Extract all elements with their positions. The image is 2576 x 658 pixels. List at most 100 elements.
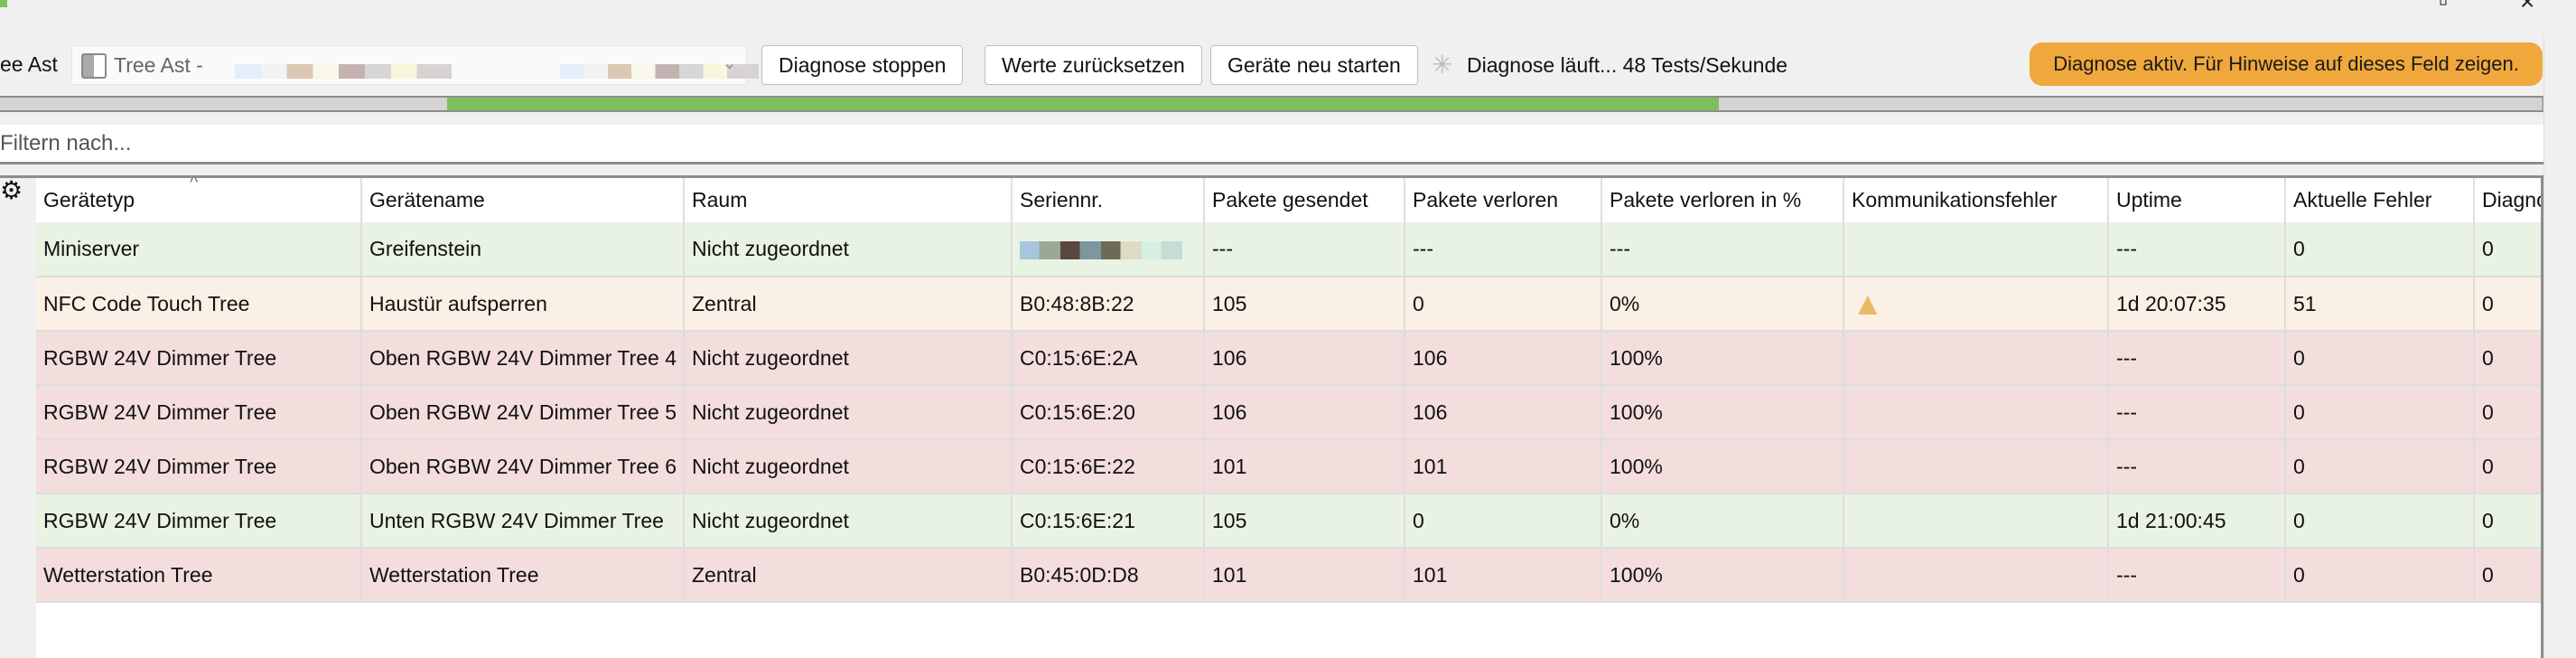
table-row[interactable]: Miniserver Greifenstein Nicht zugeordnet --… bbox=[36, 222, 2541, 277]
device-table: ⚙ Gerätetyp ^ Gerätename Raum Seriennr. Paket… bbox=[0, 175, 2543, 658]
diagnosis-active-badge[interactable]: Diagnose aktiv. Für Hinweise auf dieses … bbox=[2030, 42, 2543, 86]
app-icon bbox=[0, 0, 7, 7]
column-header-label: Gerätename bbox=[369, 188, 485, 212]
table-cell: 101 bbox=[1405, 439, 1602, 494]
column-header-label: Raum bbox=[692, 188, 748, 212]
tree-branch-select[interactable]: Tree Ast - ⌄ bbox=[71, 45, 759, 85]
reset-values-button[interactable]: Werte zurücksetzen bbox=[985, 45, 1202, 85]
column-header-label: Aktuelle Fehler bbox=[2293, 188, 2432, 212]
table-cell: Miniserver bbox=[36, 222, 362, 277]
column-header[interactable]: Aktuelle Fehler bbox=[2285, 178, 2475, 222]
table-cell: 101 bbox=[1204, 548, 1405, 603]
column-header[interactable]: Pakete verloren in % bbox=[1601, 178, 1844, 222]
column-header[interactable]: Pakete gesendet bbox=[1204, 178, 1405, 222]
close-icon[interactable]: × bbox=[2520, 0, 2534, 16]
table-cell bbox=[1012, 222, 1205, 277]
table-cell: 100% bbox=[1601, 385, 1844, 440]
redacted-text bbox=[235, 64, 452, 79]
table-cell: ▲ bbox=[1843, 277, 2109, 332]
column-header-label: Diagnosefehler bbox=[2482, 188, 2541, 212]
table-cell: 101 bbox=[1204, 439, 1405, 494]
table-cell: C0:15:6E:21 bbox=[1012, 494, 1205, 549]
table-cell: --- bbox=[1405, 222, 1602, 277]
table-cell: 0% bbox=[1601, 494, 1844, 549]
column-header[interactable]: Pakete verloren bbox=[1405, 178, 1602, 222]
table-cell: B0:45:0D:D8 bbox=[1012, 548, 1205, 603]
table-row[interactable]: RGBW 24V Dimmer Tree Oben RGBW 24V Dimmer… bbox=[36, 439, 2541, 494]
table-cell: 106 bbox=[1405, 331, 1602, 386]
column-header[interactable]: Seriennr. bbox=[1012, 178, 1205, 222]
table-row[interactable]: RGBW 24V Dimmer Tree Oben RGBW 24V Dimmer… bbox=[36, 385, 2541, 440]
table-cell bbox=[1843, 385, 2109, 440]
table-cell: Nicht zugeordnet bbox=[684, 494, 1013, 549]
table-cell: 100% bbox=[1601, 548, 1844, 603]
table-cell: 0 bbox=[2285, 222, 2475, 277]
column-header[interactable]: Kommunikationsfehler bbox=[1843, 178, 2109, 222]
table-cell: --- bbox=[2108, 548, 2286, 603]
diagnosis-progress-bar bbox=[0, 96, 2543, 112]
diagnosis-status: Diagnose läuft... 48 Tests/Sekunde bbox=[1467, 53, 1787, 78]
table-cell: 100% bbox=[1601, 331, 1844, 386]
column-header[interactable]: Diagnosefehler bbox=[2474, 178, 2541, 222]
table-cell bbox=[1843, 331, 2109, 386]
toolbar: ee Ast Tree Ast - ⌄ Diagnose stoppen Wer… bbox=[0, 42, 2576, 87]
row-header-column: ⚙ bbox=[0, 178, 36, 658]
table-cell: NFC Code Touch Tree bbox=[36, 277, 362, 332]
table-cell: Nicht zugeordnet bbox=[684, 385, 1013, 440]
column-header[interactable]: Raum bbox=[684, 178, 1013, 222]
table-cell: 0 bbox=[2285, 439, 2475, 494]
table-cell: 51 bbox=[2285, 277, 2475, 332]
table-cell: Oben RGBW 24V Dimmer Tree 4 bbox=[361, 331, 685, 386]
table-cell: --- bbox=[2108, 222, 2286, 277]
table-cell: Oben RGBW 24V Dimmer Tree 6 bbox=[361, 439, 685, 494]
column-header[interactable]: Gerätename bbox=[361, 178, 685, 222]
table-cell: Nicht zugeordnet bbox=[684, 331, 1013, 386]
table-row[interactable]: RGBW 24V Dimmer Tree Oben RGBW 24V Dimmer… bbox=[36, 331, 2541, 386]
table-cell: 0 bbox=[2474, 385, 2541, 440]
table-cell: Oben RGBW 24V Dimmer Tree 5 bbox=[361, 385, 685, 440]
table-cell: 0 bbox=[2285, 548, 2475, 603]
table-cell: 0 bbox=[2474, 439, 2541, 494]
table-cell: Nicht zugeordnet bbox=[684, 439, 1013, 494]
progress-fill bbox=[447, 98, 1719, 110]
title-bar: ▫ × bbox=[0, 0, 2576, 36]
chevron-down-icon[interactable]: ⌄ bbox=[722, 52, 737, 74]
table-row[interactable]: RGBW 24V Dimmer Tree Unten RGBW 24V Dimme… bbox=[36, 494, 2541, 549]
sort-ascending-icon: ^ bbox=[190, 178, 199, 193]
gear-icon[interactable]: ⚙ bbox=[0, 178, 23, 203]
table-cell: --- bbox=[1204, 222, 1405, 277]
table-cell: Nicht zugeordnet bbox=[684, 222, 1013, 277]
table-cell: 100% bbox=[1601, 439, 1844, 494]
tree-branch-value: Tree Ast - bbox=[114, 53, 203, 77]
table-cell: 0 bbox=[2474, 331, 2541, 386]
table-cell bbox=[1843, 548, 2109, 603]
redacted-serial bbox=[1020, 240, 1182, 259]
table-cell: Wetterstation Tree bbox=[36, 548, 362, 603]
column-header-label: Pakete verloren bbox=[1413, 188, 1559, 212]
table-cell: Unten RGBW 24V Dimmer Tree bbox=[361, 494, 685, 549]
minimize-icon[interactable]: ▫ bbox=[2439, 0, 2448, 16]
table-cell: --- bbox=[2108, 385, 2286, 440]
table-cell: C0:15:6E:20 bbox=[1012, 385, 1205, 440]
column-header-label: Uptime bbox=[2116, 188, 2182, 212]
vertical-scrollbar[interactable] bbox=[2543, 36, 2576, 658]
status-text: Diagnose läuft... bbox=[1467, 53, 1618, 77]
restart-devices-button[interactable]: Geräte neu starten bbox=[1210, 45, 1418, 85]
stop-diagnosis-button[interactable]: Diagnose stoppen bbox=[761, 45, 964, 85]
table-cell: RGBW 24V Dimmer Tree bbox=[36, 439, 362, 494]
table-row[interactable]: NFC Code Touch Tree Haustür aufsperren Zen… bbox=[36, 277, 2541, 332]
column-header[interactable]: Uptime bbox=[2108, 178, 2286, 222]
table-cell: 106 bbox=[1204, 331, 1405, 386]
column-header[interactable]: Gerätetyp ^ bbox=[36, 178, 362, 222]
filter-input[interactable] bbox=[0, 125, 2543, 164]
column-header-label: Gerätetyp bbox=[43, 188, 135, 212]
table-cell bbox=[1843, 222, 2109, 277]
table-cell: 101 bbox=[1405, 548, 1602, 603]
table-cell: Zentral bbox=[684, 277, 1013, 332]
column-header-label: Pakete verloren in % bbox=[1610, 188, 1802, 212]
table-row[interactable]: Wetterstation Tree Wetterstation Tree Zent… bbox=[36, 548, 2541, 603]
table-cell bbox=[1843, 494, 2109, 549]
table-cell: 1d 20:07:35 bbox=[2108, 277, 2286, 332]
table-cell: RGBW 24V Dimmer Tree bbox=[36, 494, 362, 549]
table-cell: C0:15:6E:2A bbox=[1012, 331, 1205, 386]
